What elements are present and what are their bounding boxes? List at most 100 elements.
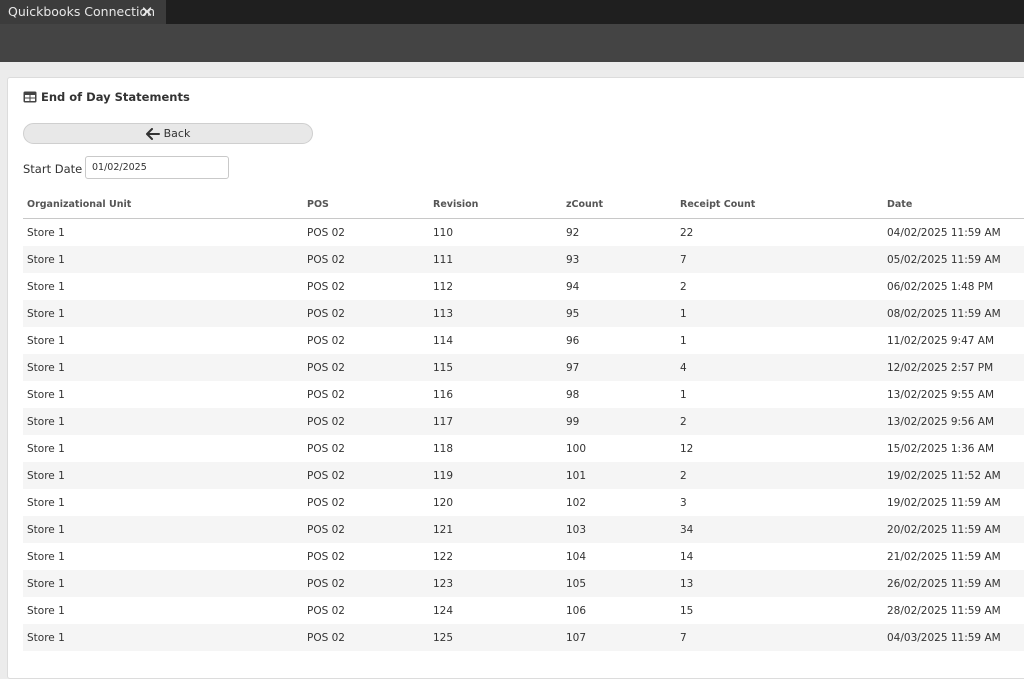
column-header-organizational-unit[interactable]: Organizational Unit	[27, 199, 131, 210]
zcount-cell: 103	[566, 524, 587, 536]
receipt-count-cell: 2	[680, 416, 687, 428]
pos-cell: POS 02	[307, 605, 345, 617]
tab-title: Quickbooks Connection	[8, 4, 156, 19]
table-body: Store 1 POS 02 110 92 22 04/02/2025 11:59 AM S…	[23, 219, 1024, 651]
date-cell: 12/02/2025 2:57 PM	[887, 362, 994, 374]
date-cell: 08/02/2025 11:59 AM	[887, 308, 1001, 320]
receipt-count-cell: 2	[680, 470, 687, 482]
close-icon[interactable]: ✕	[140, 3, 154, 21]
pos-cell: POS 02	[307, 443, 345, 455]
zcount-cell: 96	[566, 335, 580, 347]
date-cell: 13/02/2025 9:55 AM	[887, 389, 995, 401]
pos-cell: POS 02	[307, 389, 345, 401]
column-header-receipt-count[interactable]: Receipt Count	[680, 199, 755, 210]
date-cell: 19/02/2025 11:59 AM	[887, 497, 1001, 509]
table-row[interactable]: Store 1 POS 02 110 92 22 04/02/2025 11:59 AM	[23, 219, 1024, 246]
zcount-cell: 104	[566, 551, 587, 563]
revision-cell: 118	[433, 443, 454, 455]
date-cell: 04/03/2025 11:59 AM	[887, 632, 1001, 644]
receipt-count-cell: 4	[680, 362, 687, 374]
org-unit-cell: Store 1	[27, 308, 65, 320]
zcount-cell: 93	[566, 254, 580, 266]
zcount-cell: 100	[566, 443, 587, 455]
arrow-left-icon	[145, 127, 160, 140]
revision-cell: 125	[433, 632, 454, 644]
date-cell: 04/02/2025 11:59 AM	[887, 227, 1001, 239]
panel-title-text: End of Day Statements	[41, 90, 190, 104]
date-cell: 15/02/2025 1:36 AM	[887, 443, 995, 455]
column-header-date[interactable]: Date	[887, 199, 912, 210]
org-unit-cell: Store 1	[27, 470, 65, 482]
pos-cell: POS 02	[307, 254, 345, 266]
toolbar	[0, 24, 1024, 62]
receipt-count-cell: 15	[680, 605, 694, 617]
table-row[interactable]: Store 1 POS 02 116 98 1 13/02/2025 9:55 AM	[23, 381, 1024, 408]
table-row[interactable]: Store 1 POS 02 125 107 7 04/03/2025 11:59 AM	[23, 624, 1024, 651]
receipt-count-cell: 13	[680, 578, 694, 590]
receipt-count-cell: 34	[680, 524, 694, 536]
date-cell: 20/02/2025 11:59 AM	[887, 524, 1001, 536]
receipt-count-cell: 12	[680, 443, 694, 455]
pos-cell: POS 02	[307, 362, 345, 374]
pos-cell: POS 02	[307, 470, 345, 482]
column-header-pos[interactable]: POS	[307, 199, 329, 210]
org-unit-cell: Store 1	[27, 362, 65, 374]
table-row[interactable]: Store 1 POS 02 114 96 1 11/02/2025 9:47 AM	[23, 327, 1024, 354]
column-header-zcount[interactable]: zCount	[566, 199, 603, 210]
org-unit-cell: Store 1	[27, 389, 65, 401]
zcount-cell: 97	[566, 362, 580, 374]
table-row[interactable]: Store 1 POS 02 122 104 14 21/02/2025 11:59 AM	[23, 543, 1024, 570]
date-cell: 11/02/2025 9:47 AM	[887, 335, 995, 347]
table-row[interactable]: Store 1 POS 02 118 100 12 15/02/2025 1:36 AM	[23, 435, 1024, 462]
date-cell: 13/02/2025 9:56 AM	[887, 416, 995, 428]
org-unit-cell: Store 1	[27, 335, 65, 347]
receipt-count-cell: 1	[680, 308, 687, 320]
revision-cell: 117	[433, 416, 454, 428]
revision-cell: 114	[433, 335, 454, 347]
zcount-cell: 99	[566, 416, 580, 428]
table-row[interactable]: Store 1 POS 02 119 101 2 19/02/2025 11:52 AM	[23, 462, 1024, 489]
table-row[interactable]: Store 1 POS 02 113 95 1 08/02/2025 11:59 AM	[23, 300, 1024, 327]
org-unit-cell: Store 1	[27, 551, 65, 563]
receipt-count-cell: 22	[680, 227, 694, 239]
back-button[interactable]: Back	[23, 123, 313, 144]
column-header-revision[interactable]: Revision	[433, 199, 478, 210]
receipt-count-cell: 2	[680, 281, 687, 293]
date-cell: 06/02/2025 1:48 PM	[887, 281, 994, 293]
org-unit-cell: Store 1	[27, 497, 65, 509]
tab-quickbooks-connection[interactable]: Quickbooks Connection ✕	[0, 0, 166, 24]
receipt-count-cell: 7	[680, 632, 687, 644]
org-unit-cell: Store 1	[27, 254, 65, 266]
org-unit-cell: Store 1	[27, 632, 65, 644]
table-row[interactable]: Store 1 POS 02 120 102 3 19/02/2025 11:59 AM	[23, 489, 1024, 516]
receipt-count-cell: 1	[680, 335, 687, 347]
pos-cell: POS 02	[307, 497, 345, 509]
table-row[interactable]: Store 1 POS 02 121 103 34 20/02/2025 11:59 AM	[23, 516, 1024, 543]
receipt-count-cell: 7	[680, 254, 687, 266]
table-row[interactable]: Store 1 POS 02 117 99 2 13/02/2025 9:56 AM	[23, 408, 1024, 435]
pos-cell: POS 02	[307, 335, 345, 347]
revision-cell: 111	[433, 254, 454, 266]
statements-table: Organizational Unit POS Revision zCount …	[23, 192, 1024, 651]
table-row[interactable]: Store 1 POS 02 112 94 2 06/02/2025 1:48 PM	[23, 273, 1024, 300]
revision-cell: 121	[433, 524, 454, 536]
org-unit-cell: Store 1	[27, 416, 65, 428]
table-row[interactable]: Store 1 POS 02 115 97 4 12/02/2025 2:57 PM	[23, 354, 1024, 381]
revision-cell: 123	[433, 578, 454, 590]
zcount-cell: 101	[566, 470, 587, 482]
table-row[interactable]: Store 1 POS 02 124 106 15 28/02/2025 11:59 AM	[23, 597, 1024, 624]
date-cell: 21/02/2025 11:59 AM	[887, 551, 1001, 563]
pos-cell: POS 02	[307, 227, 345, 239]
zcount-cell: 105	[566, 578, 587, 590]
org-unit-cell: Store 1	[27, 524, 65, 536]
pos-cell: POS 02	[307, 632, 345, 644]
receipt-count-cell: 1	[680, 389, 687, 401]
start-date-input[interactable]	[85, 156, 229, 179]
receipt-count-cell: 14	[680, 551, 694, 563]
table-row[interactable]: Store 1 POS 02 123 105 13 26/02/2025 11:59 AM	[23, 570, 1024, 597]
table-row[interactable]: Store 1 POS 02 111 93 7 05/02/2025 11:59 AM	[23, 246, 1024, 273]
org-unit-cell: Store 1	[27, 281, 65, 293]
panel-title: End of Day Statements	[23, 89, 190, 105]
org-unit-cell: Store 1	[27, 605, 65, 617]
table-icon	[23, 91, 37, 103]
